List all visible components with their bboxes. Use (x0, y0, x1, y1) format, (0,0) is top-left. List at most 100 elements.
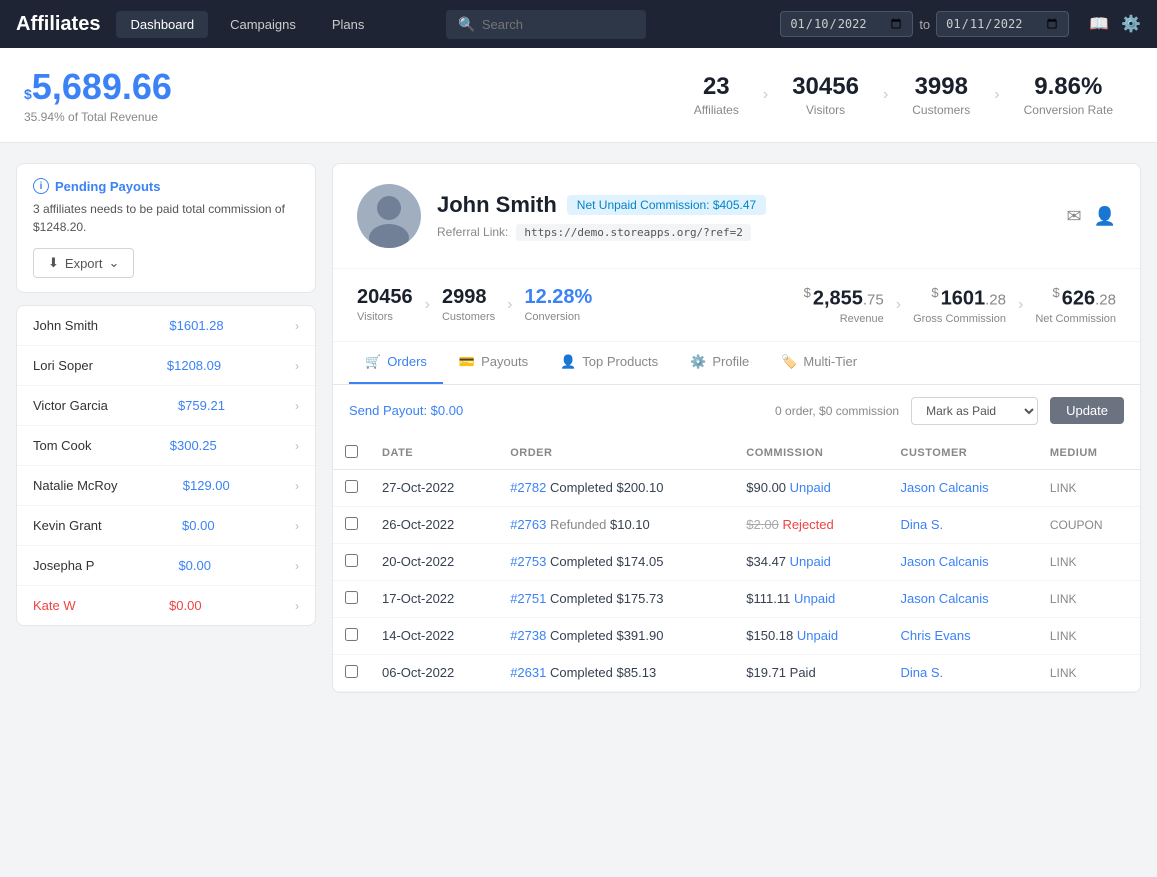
tab-payouts[interactable]: 💳 Payouts (443, 342, 544, 384)
visitors-number: 30456 (792, 73, 859, 101)
nav-campaigns[interactable]: Campaigns (216, 11, 310, 38)
avatar (357, 184, 421, 248)
list-item[interactable]: Tom Cook $300.25 › (17, 426, 315, 466)
tab-profile[interactable]: ⚙️ Profile (674, 342, 765, 384)
row-checkbox[interactable] (345, 628, 358, 641)
customer-cell: Chris Evans (889, 617, 1038, 654)
order-number[interactable]: #2753 (510, 554, 546, 569)
referral-row: Referral Link: https://demo.storeapps.or… (437, 224, 1050, 241)
order-number[interactable]: #2738 (510, 628, 546, 643)
user-icon[interactable]: 👤 (1094, 206, 1116, 227)
medium-value: LINK (1050, 481, 1077, 495)
email-icon[interactable]: ✉ (1066, 206, 1081, 227)
conversion-number: 9.86% (1034, 73, 1102, 101)
list-item[interactable]: Lori Soper $1208.09 › (17, 346, 315, 386)
customer-name[interactable]: Jason Calcanis (901, 480, 989, 495)
chevron-right-icon: › (295, 359, 299, 373)
revenue-sub: 35.94% of Total Revenue (24, 110, 172, 124)
order-number[interactable]: #2763 (510, 517, 546, 532)
orders-table: DATE ORDER COMMISSION CUSTOMER MEDIUM 27… (333, 437, 1140, 692)
select-all-checkbox[interactable] (345, 445, 358, 458)
row-checkbox[interactable] (345, 554, 358, 567)
order-amount: $174.05 (616, 554, 663, 569)
profile-customers-label: Customers (442, 311, 495, 323)
order-amount: $200.10 (616, 480, 663, 495)
medium-cell: COUPON (1038, 506, 1140, 543)
medium-cell: LINK (1038, 617, 1140, 654)
list-item[interactable]: Natalie McRoy $129.00 › (17, 466, 315, 506)
affiliate-list: John Smith $1601.28 › Lori Soper $1208.0… (16, 305, 316, 626)
row-checkbox[interactable] (345, 517, 358, 530)
order-number[interactable]: #2631 (510, 665, 546, 680)
list-item[interactable]: Kate W $0.00 › (17, 586, 315, 625)
profile-conversion-number: 12.28% (524, 286, 592, 309)
commission-amount: $150.18 (746, 628, 793, 643)
row-checkbox-cell (333, 580, 370, 617)
date-range: to (780, 11, 1069, 37)
chevron-right-icon: › (295, 399, 299, 413)
row-checkbox[interactable] (345, 480, 358, 493)
profile-net-number: $626.28 (1053, 285, 1116, 311)
customer-name[interactable]: Jason Calcanis (901, 554, 989, 569)
tab-top-products[interactable]: 👤 Top Products (544, 342, 674, 384)
app-brand: Affiliates (16, 13, 100, 36)
search-icon: 🔍 (458, 16, 475, 33)
top-navigation: Affiliates Dashboard Campaigns Plans 🔍 t… (0, 0, 1157, 48)
visitors-stat: 30456 Visitors (772, 73, 879, 117)
date-to-input[interactable] (936, 11, 1069, 37)
nav-dashboard[interactable]: Dashboard (116, 11, 208, 38)
profile-revenue-label: Revenue (840, 313, 884, 325)
order-info: #2738 Completed $391.90 (498, 617, 734, 654)
search-input[interactable] (482, 17, 622, 32)
row-checkbox[interactable] (345, 665, 358, 678)
row-checkbox[interactable] (345, 591, 358, 604)
profile-header: John Smith Net Unpaid Commission: $405.4… (333, 164, 1140, 269)
order-info: #2753 Completed $174.05 (498, 543, 734, 580)
referral-label: Referral Link: (437, 225, 508, 239)
export-button[interactable]: ⬇ Export ⌄ (33, 248, 134, 278)
affiliate-amount: $1601.28 (169, 318, 223, 333)
list-item[interactable]: Josepha P $0.00 › (17, 546, 315, 586)
send-payout-link[interactable]: Send Payout: $0.00 (349, 403, 463, 418)
list-item[interactable]: Victor Garcia $759.21 › (17, 386, 315, 426)
nav-plans[interactable]: Plans (318, 11, 379, 38)
row-checkbox-cell (333, 469, 370, 506)
affiliate-amount: $0.00 (169, 598, 202, 613)
affiliate-amount: $759.21 (178, 398, 225, 413)
profile-revenue-stat: $2,855.75 Revenue (804, 285, 884, 325)
customer-name[interactable]: Dina S. (901, 665, 944, 680)
mark-as-paid-select[interactable]: Mark as Paid Mark as Unpaid (911, 397, 1038, 425)
profile-net-label: Net Commission (1035, 313, 1116, 325)
list-item[interactable]: Kevin Grant $0.00 › (17, 506, 315, 546)
arrow-2: › (879, 86, 892, 104)
update-button[interactable]: Update (1050, 397, 1124, 424)
customer-cell: Jason Calcanis (889, 580, 1038, 617)
order-number[interactable]: #2782 (510, 480, 546, 495)
commission-amount: $2.00 (746, 517, 779, 532)
list-item[interactable]: John Smith $1601.28 › (17, 306, 315, 346)
affiliate-name: Kate W (33, 598, 76, 613)
arrow-3: › (990, 86, 1003, 104)
tab-orders[interactable]: 🛒 Orders (349, 342, 443, 384)
medium-cell: LINK (1038, 469, 1140, 506)
customer-name[interactable]: Chris Evans (901, 628, 971, 643)
commission-amount: $90.00 (746, 480, 786, 495)
affiliate-name: Victor Garcia (33, 398, 108, 413)
commission-column-header: COMMISSION (734, 437, 888, 470)
order-amount: $175.73 (616, 591, 663, 606)
order-status: Completed (550, 554, 613, 569)
affiliate-name: Josepha P (33, 558, 94, 573)
customer-name[interactable]: Jason Calcanis (901, 591, 989, 606)
settings-icon[interactable]: ⚙️ (1121, 14, 1141, 34)
customer-cell: Jason Calcanis (889, 469, 1038, 506)
referral-url[interactable]: https://demo.storeapps.org/?ref=2 (516, 224, 751, 241)
book-icon[interactable]: 📖 (1089, 14, 1109, 34)
date-from-input[interactable] (780, 11, 913, 37)
order-number[interactable]: #2751 (510, 591, 546, 606)
tab-multi-tier[interactable]: 🏷️ Multi-Tier (765, 342, 873, 384)
customer-name[interactable]: Dina S. (901, 517, 944, 532)
conversion-label: Conversion Rate (1024, 103, 1113, 117)
date-range-separator: to (919, 17, 930, 32)
customers-label: Customers (912, 103, 970, 117)
arrow-icon: › (1006, 296, 1035, 314)
